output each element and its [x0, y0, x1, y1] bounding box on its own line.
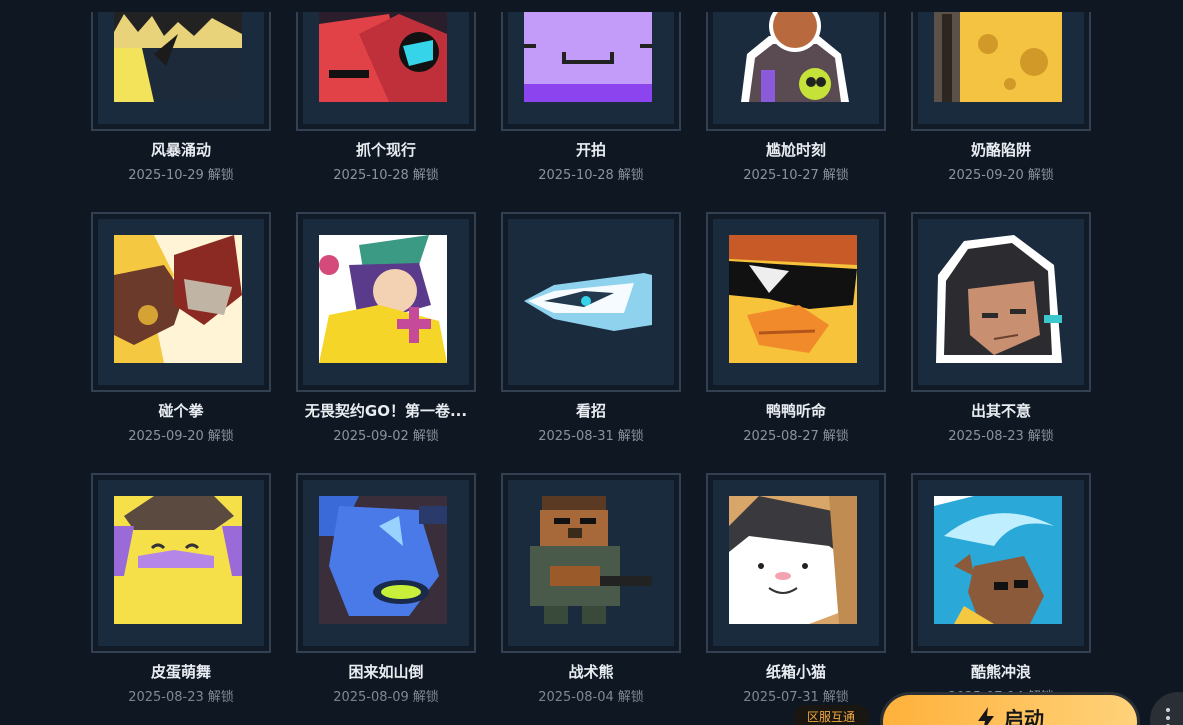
unlock-date: 2025-08-23 解锁 [128, 690, 234, 705]
spray-frame [501, 0, 681, 131]
spray-name: 碰个拳 [158, 402, 204, 420]
spray-frame [911, 0, 1091, 131]
surfing-bear-icon [934, 496, 1062, 624]
spray-frame [91, 0, 271, 131]
box-cat-icon [729, 496, 857, 624]
sleepy-bot-icon [319, 496, 447, 624]
spray-frame [706, 212, 886, 392]
launch-label: 启动 [1004, 707, 1044, 725]
spray-frame [911, 212, 1091, 392]
storm-surge-icon [114, 0, 242, 102]
cross-server-badge: 区服互通 [793, 705, 869, 725]
spray-frame [501, 212, 681, 392]
awkward-kid-icon [729, 0, 857, 102]
spray-name: 尴尬时刻 [765, 141, 826, 159]
spray-frame [706, 473, 886, 653]
duck-sunglasses-icon [729, 235, 857, 363]
dancing-egg-icon [114, 496, 242, 624]
cheese-trap-icon [934, 0, 1062, 102]
top-edge [0, 0, 1183, 12]
spray-collection-page: 风暴涌动 2025-10-29 解锁 抓个现行 2025-10-28 解锁 开拍… [0, 0, 1183, 725]
spray-frame [91, 473, 271, 653]
more-vertical-icon [1166, 708, 1170, 725]
purple-face-icon [524, 0, 652, 102]
healer-girl-icon [319, 235, 447, 363]
unlock-date: 2025-07-31 解锁 [743, 690, 849, 705]
unlock-date: 2025-10-28 解锁 [538, 168, 644, 183]
unlock-date: 2025-08-31 解锁 [538, 429, 644, 444]
caught-red-handed-icon [319, 0, 447, 102]
spray-name: 困来如山倒 [348, 663, 424, 681]
spray-name: 抓个现行 [355, 141, 416, 159]
unlock-date: 2025-08-09 解锁 [333, 690, 439, 705]
spray-frame [296, 212, 476, 392]
spray-name: 开拍 [575, 141, 606, 159]
spray-name: 看招 [575, 402, 606, 420]
spray-name: 纸箱小猫 [765, 663, 826, 681]
blade-icon [524, 235, 652, 363]
spray-name: 风暴涌动 [150, 141, 211, 159]
spray-frame [706, 0, 886, 131]
spray-name: 出其不意 [970, 402, 1031, 420]
more-options-button[interactable] [1150, 692, 1183, 725]
spray-name: 鸭鸭听命 [765, 402, 826, 420]
unlock-date: 2025-09-02 解锁 [333, 429, 439, 444]
unlock-date: 2025-10-27 解锁 [743, 168, 849, 183]
unlock-date: 2025-09-20 解锁 [948, 168, 1054, 183]
spray-frame [91, 212, 271, 392]
spray-frame [911, 473, 1091, 653]
spray-name: 无畏契约GO！第一卷... [304, 402, 468, 420]
spray-frame [296, 473, 476, 653]
tactical-bear-icon [524, 496, 652, 624]
spray-frame [501, 473, 681, 653]
unlock-date: 2025-08-27 解锁 [743, 429, 849, 444]
fist-bump-icon [114, 235, 242, 363]
spray-name: 战术熊 [568, 663, 614, 681]
spray-frame [296, 0, 476, 131]
lightning-icon [978, 707, 994, 725]
launch-button[interactable]: 启动 [880, 692, 1140, 725]
spray-name: 奶酪陷阱 [970, 141, 1031, 159]
surprise-agent-icon [934, 235, 1062, 363]
unlock-date: 2025-09-20 解锁 [128, 429, 234, 444]
unlock-date: 2025-08-04 解锁 [538, 690, 644, 705]
spray-name: 酷熊冲浪 [970, 663, 1031, 681]
unlock-date: 2025-10-29 解锁 [128, 168, 234, 183]
unlock-date: 2025-08-23 解锁 [948, 429, 1054, 444]
unlock-date: 2025-10-28 解锁 [333, 168, 439, 183]
spray-name: 皮蛋萌舞 [150, 663, 211, 681]
